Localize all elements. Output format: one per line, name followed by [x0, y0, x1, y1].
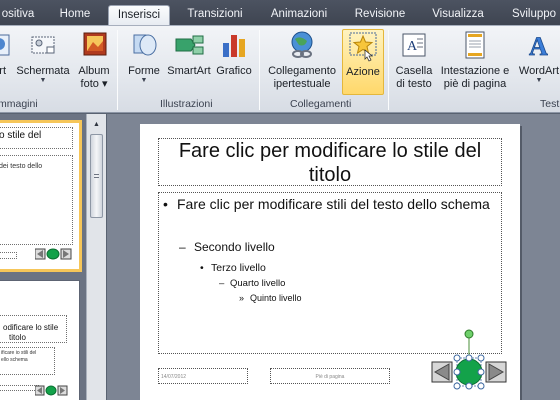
clip-art-icon	[0, 34, 10, 56]
thumb-body-text: dei testo dello	[0, 163, 43, 170]
thumb-body-text-2: ello schema	[1, 357, 28, 363]
footer-placeholder[interactable]: Piè di pagina	[270, 368, 390, 384]
forme-button[interactable]: Forme ▼	[124, 29, 164, 95]
slide-thumbnail-1[interactable]: o stile del dei testo dello	[0, 120, 82, 272]
date-text: 14/07/2012	[161, 374, 187, 380]
next-action-button-icon[interactable]	[485, 361, 507, 383]
smartart-icon	[175, 35, 204, 55]
separator	[259, 30, 260, 110]
photo-album-icon	[83, 32, 107, 56]
casella-label-2: di testo	[396, 78, 432, 90]
title-placeholder[interactable]: Fare clic per modificare lo stile del ti…	[158, 138, 502, 186]
thumb-title-text: o stile del	[0, 130, 42, 141]
tab-animazioni[interactable]: Animazioni	[262, 5, 336, 26]
collegamento-label-2: ipertestuale	[273, 78, 331, 90]
footer-text: Piè di pagina	[315, 374, 345, 380]
azione-label: Azione	[346, 66, 380, 78]
group-immagini: mmagini	[0, 98, 38, 110]
album-label-2: foto ▾	[80, 78, 108, 90]
level2-text: Secondo livello	[194, 240, 275, 254]
ribbon-tabs: ositiva Home Inserisci Transizioni Anima…	[0, 0, 560, 26]
tab-revisione[interactable]: Revisione	[348, 5, 412, 26]
album-label: Album	[78, 65, 110, 77]
thumb-nav-buttons	[35, 248, 72, 260]
collegamento-label: Collegamento	[268, 65, 336, 77]
smartart-button[interactable]: SmartArt	[166, 29, 212, 95]
bullet-level1-icon: •	[163, 196, 168, 212]
slide-title: Fare clic per modificare lo stile del ti…	[178, 140, 482, 186]
tab-sviluppo[interactable]: Sviluppo	[502, 5, 560, 26]
tab-home[interactable]: Home	[52, 5, 98, 26]
schermata-button[interactable]: Schermata ▼	[16, 29, 70, 95]
level4-text: Quarto livello	[230, 278, 286, 289]
group-collegamenti: Collegamenti	[290, 98, 352, 110]
group-illustrazioni: Illustrazioni	[160, 98, 213, 110]
action-buttons-group[interactable]	[428, 328, 510, 390]
casella-label: Casella	[395, 65, 433, 77]
level3-text: Terzo livello	[211, 262, 266, 274]
tab-transizioni[interactable]: Transizioni	[180, 5, 250, 26]
wordart-icon: A	[529, 32, 549, 61]
thumb-title-text-2: titolo	[9, 333, 26, 342]
intestazione-pie-pagina-button[interactable]: Intestazione e piè di pagina	[438, 29, 512, 95]
chevron-down-icon: ▼	[535, 77, 543, 84]
bullet-level3-icon: •	[200, 262, 204, 274]
previous-action-button-icon[interactable]	[431, 361, 453, 383]
chevron-down-icon: ▼	[140, 77, 148, 84]
thumb-footer-placeholder	[0, 252, 17, 259]
separator	[388, 30, 389, 110]
thumb-footer-placeholder	[0, 385, 39, 391]
thumb-nav-buttons	[35, 385, 68, 396]
shapes-icon	[133, 34, 157, 56]
slide-thumbnail-2[interactable]: odificare lo stile titolo ificare io sti…	[0, 280, 80, 400]
azione-button[interactable]: Azione	[342, 29, 384, 95]
smartart-label: SmartArt	[167, 65, 211, 77]
level5-text: Quinto livello	[250, 293, 302, 303]
casella-di-testo-button[interactable]: A Casella di testo	[392, 29, 436, 95]
grafico-label: Grafico	[216, 65, 252, 77]
intestazione-label: Intestazione e	[440, 65, 510, 77]
level1-text: Fare clic per modificare stili del testo…	[177, 196, 490, 212]
scroll-up-arrow-icon[interactable]: ▲	[90, 118, 103, 131]
rotation-handle-icon[interactable]	[464, 329, 474, 339]
level5-chevron-icon: »	[239, 293, 245, 303]
hyperlink-globe-icon	[291, 31, 313, 58]
album-foto-button[interactable]: Album foto ▾	[74, 29, 114, 95]
clip-art-button[interactable]: Art	[0, 29, 12, 95]
date-placeholder[interactable]: 14/07/2012	[158, 368, 248, 384]
text-box-icon: A	[402, 33, 426, 57]
screenshot-icon	[31, 36, 55, 54]
tab-visualizza[interactable]: Visualizza	[426, 5, 490, 26]
action-star-icon	[349, 32, 377, 62]
svg-text:A: A	[529, 32, 548, 61]
thumb-body-text: ificare io stili del	[1, 350, 37, 356]
separator	[117, 30, 118, 110]
level4-dash-icon: –	[219, 278, 225, 289]
svg-text:A: A	[407, 39, 418, 54]
tab-presentazione[interactable]: ositiva	[0, 5, 40, 26]
scrollbar-grip-icon	[94, 174, 99, 178]
thumb-title-text: odificare lo stile	[3, 323, 59, 332]
intestazione-label-2: piè di pagina	[443, 78, 507, 90]
chart-icon	[223, 35, 245, 57]
chevron-down-icon: ▼	[39, 77, 47, 84]
level2-dash-icon: –	[179, 240, 186, 254]
collegamento-ipertestuale-button[interactable]: Collegamento ipertestuale	[264, 29, 340, 95]
header-footer-icon	[465, 31, 485, 59]
tab-inserisci[interactable]: Inserisci	[108, 5, 170, 26]
group-testo: Test	[540, 98, 560, 110]
wordart-button[interactable]: A WordArt ▼	[514, 29, 560, 95]
ribbon: Art Schermata ▼ Album foto ▾ mmagini For…	[0, 25, 560, 113]
clip-art-label: Art	[0, 65, 7, 77]
grafico-button[interactable]: Grafico	[214, 29, 254, 95]
